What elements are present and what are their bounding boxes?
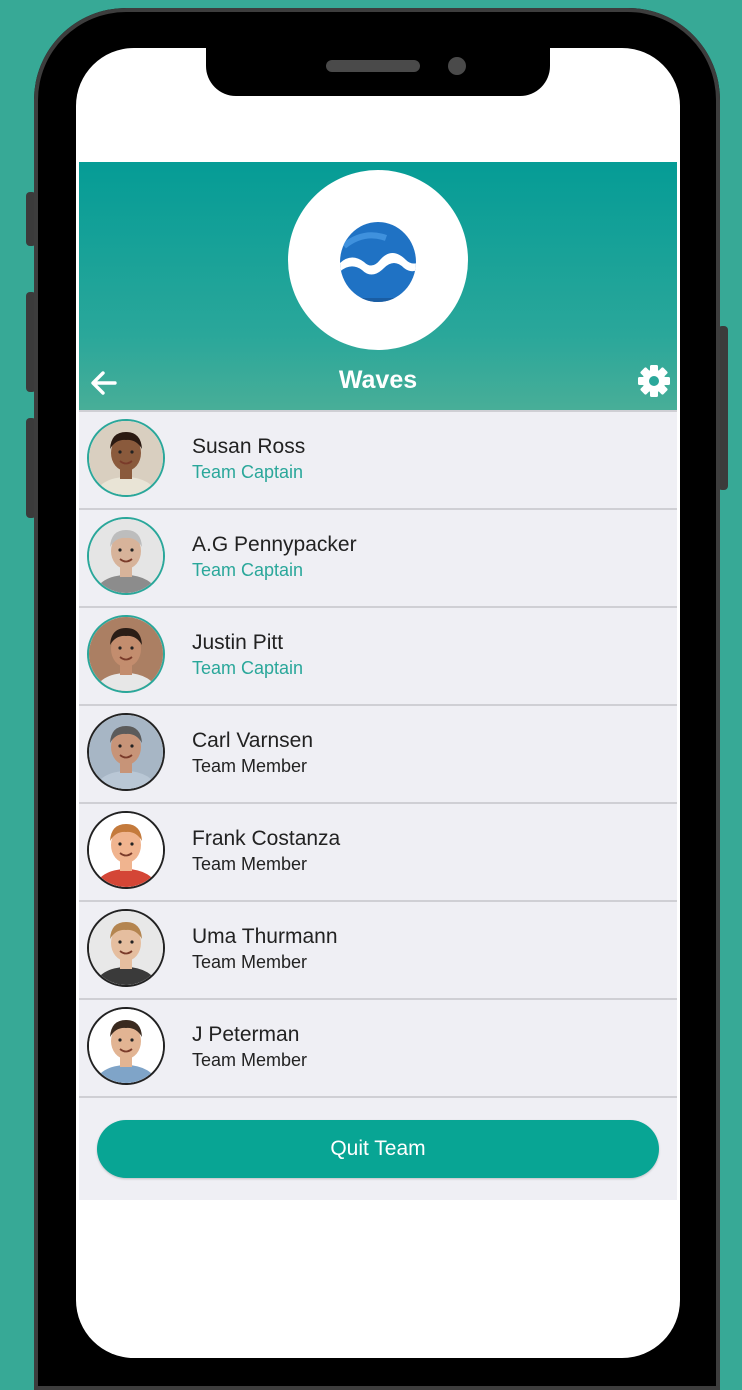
member-name: Carl Varnsen (192, 729, 313, 752)
team-header: Waves (79, 162, 677, 410)
front-camera (448, 57, 466, 75)
team-logo (288, 170, 468, 350)
avatar[interactable] (87, 713, 165, 791)
person-avatar-icon (89, 1009, 163, 1083)
member-list: Susan Ross Team Captain A.G Pennypacker Tea… (79, 410, 677, 1096)
avatar[interactable] (87, 419, 165, 497)
avatar[interactable] (87, 615, 165, 693)
list-item[interactable]: A.G Pennypacker Team Captain (79, 508, 677, 606)
member-role: Team Member (192, 854, 308, 874)
avatar[interactable] (87, 1007, 165, 1085)
member-role: Team Member (192, 1050, 308, 1070)
list-item[interactable]: Susan Ross Team Captain (79, 410, 677, 508)
person-avatar-icon (89, 911, 163, 985)
member-name: Frank Costanza (192, 827, 341, 850)
phone-notch (206, 40, 550, 96)
person-avatar-icon (89, 519, 163, 593)
footer-actions: Quit Team (79, 1096, 677, 1200)
list-item[interactable]: J Peterman Team Member (79, 998, 677, 1096)
list-item[interactable]: Justin Pitt Team Captain (79, 606, 677, 704)
avatar[interactable] (87, 909, 165, 987)
person-avatar-icon (89, 421, 163, 495)
person-avatar-icon (89, 617, 163, 691)
avatar[interactable] (87, 811, 165, 889)
gear-icon[interactable] (637, 364, 671, 398)
team-title: Waves (338, 366, 418, 394)
member-role: Team Captain (192, 462, 304, 482)
member-role: Team Captain (192, 658, 304, 678)
list-item[interactable]: Uma Thurmann Team Member (79, 900, 677, 998)
member-name: Uma Thurmann (192, 925, 338, 948)
person-avatar-icon (89, 813, 163, 887)
team-screen: Waves Susan Ross Team Captain A.G Pennypac… (79, 162, 677, 1200)
member-name: Susan Ross (192, 435, 306, 458)
person-avatar-icon (89, 715, 163, 789)
speaker-grille (326, 60, 420, 72)
member-name: A.G Pennypacker (192, 533, 357, 556)
member-role: Team Member (192, 952, 308, 972)
list-item[interactable]: Carl Varnsen Team Member (79, 704, 677, 802)
avatar[interactable] (87, 517, 165, 595)
quit-team-button[interactable]: Quit Team (97, 1120, 659, 1178)
wave-logo-icon (340, 222, 416, 302)
list-item[interactable]: Frank Costanza Team Member (79, 802, 677, 900)
member-role: Team Member (192, 756, 308, 776)
member-role: Team Captain (192, 560, 304, 580)
member-name: J Peterman (192, 1023, 300, 1046)
member-name: Justin Pitt (192, 631, 284, 654)
